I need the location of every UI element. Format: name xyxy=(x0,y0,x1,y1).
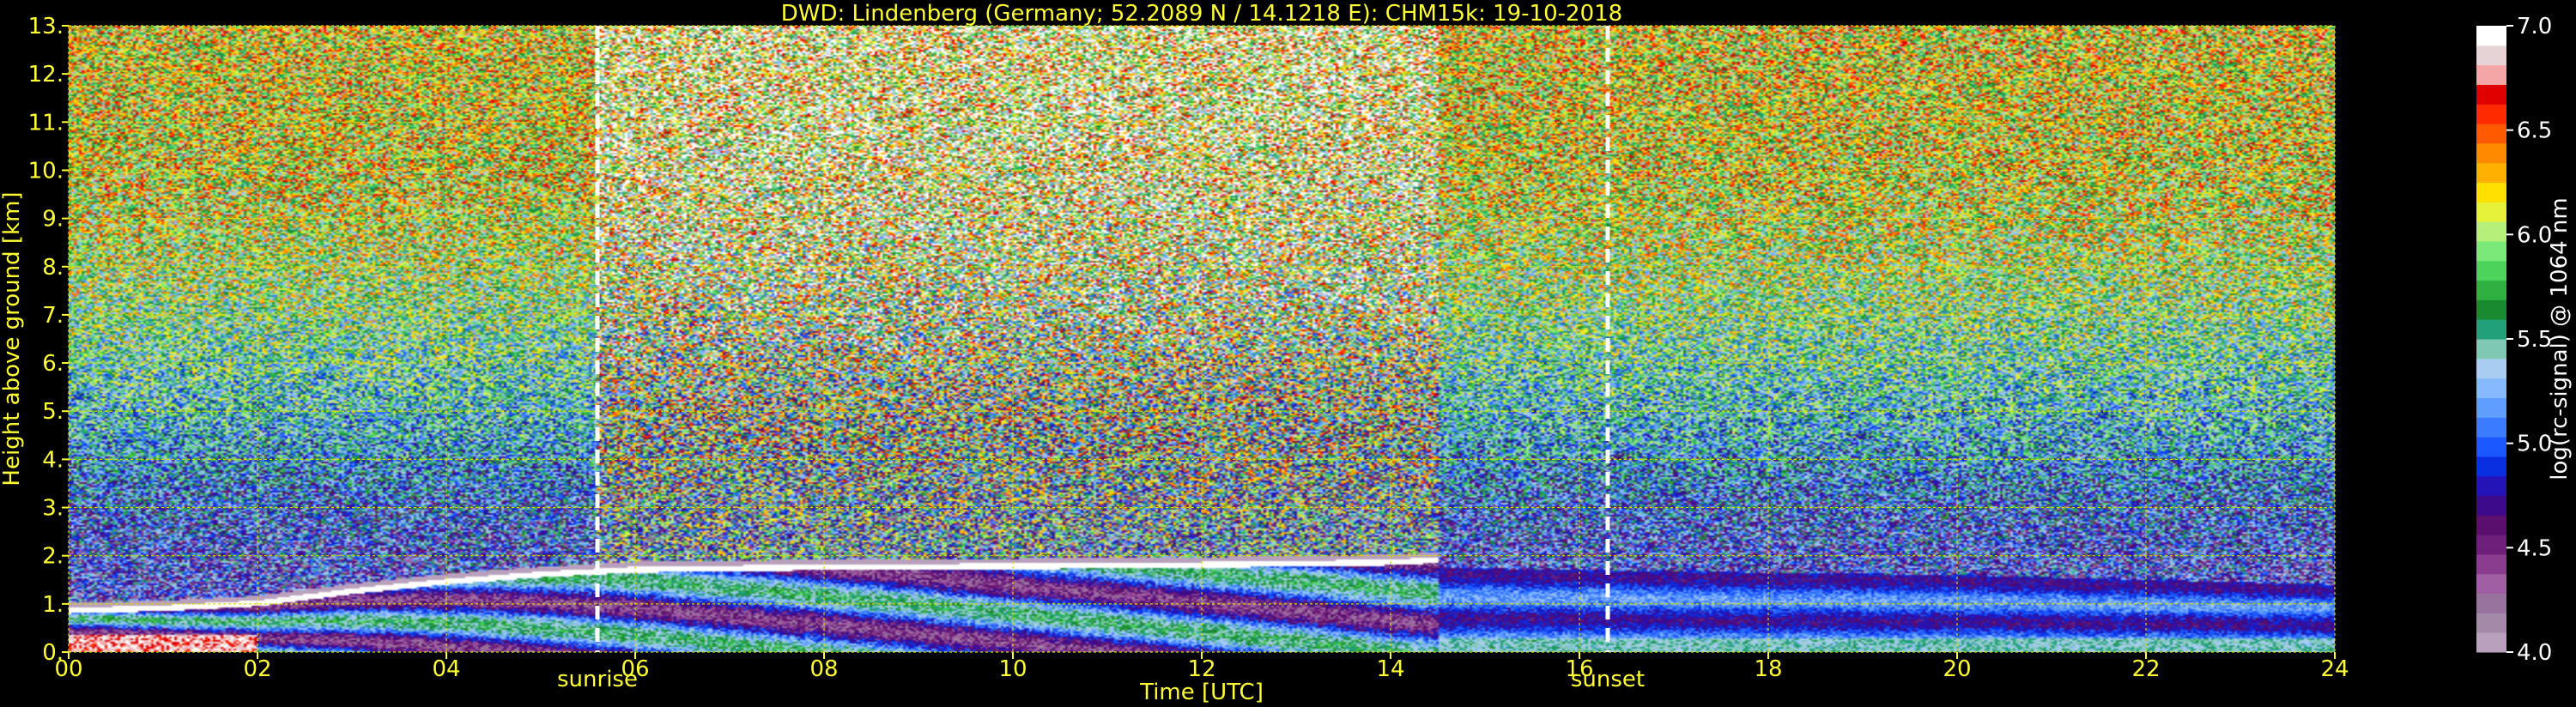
y-tick-label: 0. xyxy=(42,640,64,666)
colorbar-block xyxy=(2476,495,2506,516)
x-tick-label: 10 xyxy=(998,656,1027,682)
y-tick-label: 1. xyxy=(42,592,64,618)
x-tick-label: 16 xyxy=(1565,656,1593,682)
y-tick-label: 8. xyxy=(42,255,64,281)
colorbar-block xyxy=(2476,417,2506,438)
chart-title: DWD: Lindenberg (Germany; 52.2089 N / 14… xyxy=(781,1,1622,27)
colorbar-block xyxy=(2476,339,2506,360)
y-tick-label: 13. xyxy=(28,14,64,39)
colorbar-block xyxy=(2476,182,2506,202)
colorbar-tick-label: 7.0 xyxy=(2517,14,2552,39)
y-tick-label: 5. xyxy=(42,399,64,425)
colorbar-block xyxy=(2476,515,2506,535)
y-tick-label: 9. xyxy=(42,207,64,233)
colorbar-block xyxy=(2476,319,2506,340)
x-tick-label: 04 xyxy=(432,656,460,682)
x-tick-label: 20 xyxy=(1943,656,1971,682)
colorbar-block xyxy=(2476,358,2506,379)
y-tick-label: 4. xyxy=(42,447,64,473)
colorbar-block xyxy=(2476,280,2506,300)
x-tick-label: 08 xyxy=(809,656,838,682)
y-tick-label: 6. xyxy=(42,351,64,377)
colorbar-block xyxy=(2476,299,2506,320)
colorbar-block xyxy=(2476,475,2506,496)
y-tick-label: 12. xyxy=(28,62,64,88)
colorbar-block xyxy=(2476,593,2506,613)
y-tick-label: 2. xyxy=(42,544,64,570)
colorbar-block xyxy=(2476,162,2506,183)
colorbar-block xyxy=(2476,142,2506,164)
colorbar-label: log(rc-signal) @ 1064 nm xyxy=(2547,197,2573,480)
colorbar-block xyxy=(2476,613,2506,633)
colorbar-block xyxy=(2476,240,2506,262)
colorbar-block xyxy=(2476,397,2506,418)
colorbar-tick-label: 4.0 xyxy=(2517,640,2552,666)
colorbar-block xyxy=(2476,221,2506,242)
colorbar-block xyxy=(2476,437,2506,457)
y-tick-label: 3. xyxy=(42,496,64,522)
ceilometer-chart: DWD: Lindenberg (Germany; 52.2089 N / 14… xyxy=(0,0,2576,707)
colorbar-block xyxy=(2476,104,2506,124)
x-tick-label: 22 xyxy=(2131,656,2160,682)
x-tick-label: 06 xyxy=(621,656,649,682)
x-tick-label: 14 xyxy=(1376,656,1404,682)
colorbar-block xyxy=(2476,260,2506,281)
colorbar-block xyxy=(2476,632,2506,653)
y-tick-label: 11. xyxy=(28,110,64,136)
colorbar-block xyxy=(2476,124,2506,144)
x-tick-label: 24 xyxy=(2320,656,2349,682)
colorbar-block xyxy=(2476,26,2506,46)
y-tick-label: 7. xyxy=(42,303,64,329)
colorbar-blocks xyxy=(2476,26,2506,653)
colorbar-block xyxy=(2476,378,2506,398)
colorbar-block xyxy=(2476,84,2506,105)
colorbar-tick-label: 4.5 xyxy=(2517,535,2552,561)
colorbar-tick-label: 6.5 xyxy=(2517,118,2552,144)
colorbar-block xyxy=(2476,535,2506,555)
y-tick-label: 10. xyxy=(28,158,64,184)
colorbar-block xyxy=(2476,45,2506,66)
colorbar-block xyxy=(2476,202,2506,222)
x-axis-label: Time [UTC] xyxy=(1139,680,1264,705)
x-tick-label: 02 xyxy=(243,656,271,682)
colorbar-block xyxy=(2476,573,2506,595)
x-tick-label: 12 xyxy=(1187,656,1215,682)
colorbar-block xyxy=(2476,456,2506,477)
colorbar-block xyxy=(2476,553,2506,575)
colorbar-block xyxy=(2476,64,2506,85)
y-axis-label: Height above ground [km] xyxy=(0,191,25,486)
x-tick-label: 18 xyxy=(1754,656,1782,682)
